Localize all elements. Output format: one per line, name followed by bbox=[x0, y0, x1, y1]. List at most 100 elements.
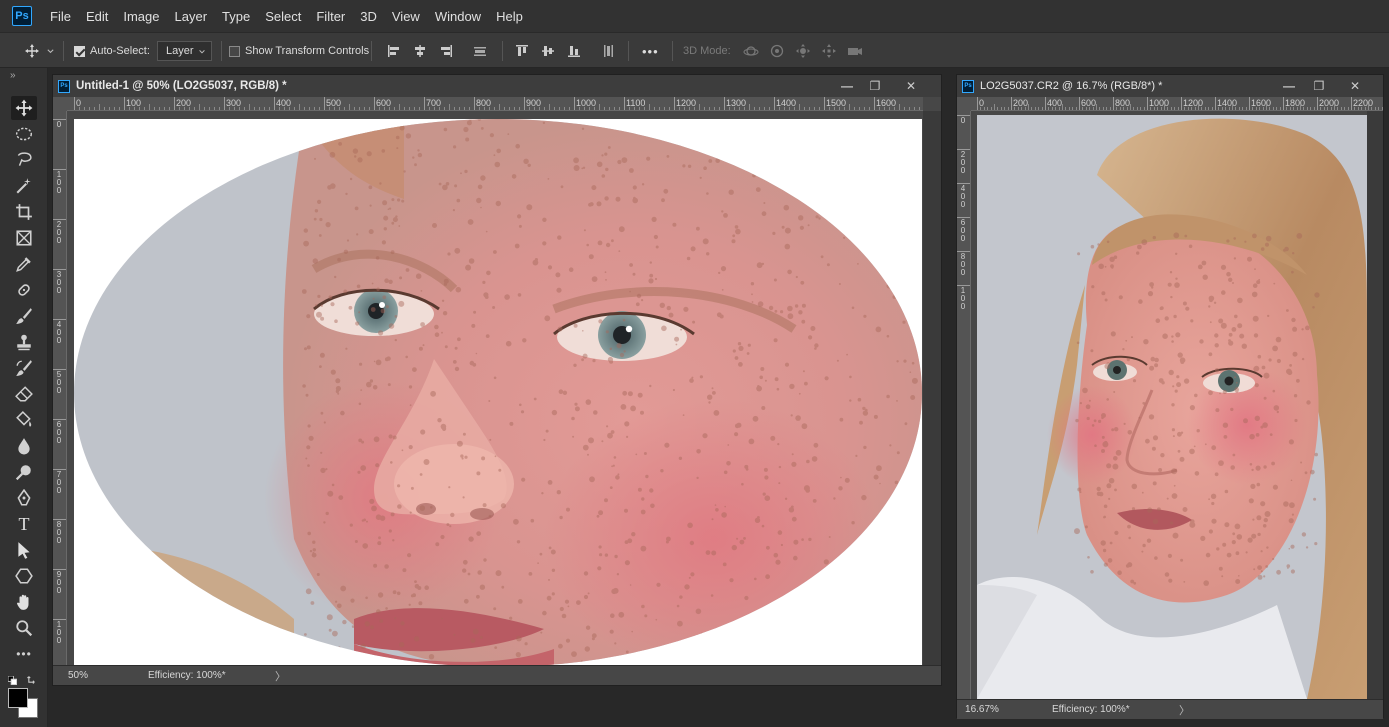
history-brush-icon[interactable] bbox=[11, 356, 37, 380]
more-options-button[interactable]: ••• bbox=[642, 33, 659, 69]
document-title-bar[interactable]: Ps LO2G5037.CR2 @ 16.7% (RGB/8*) * — ❐ ✕ bbox=[957, 75, 1383, 97]
clone-stamp-icon[interactable] bbox=[11, 330, 37, 354]
align-vertical-centers-icon[interactable] bbox=[538, 41, 558, 61]
document-canvas[interactable] bbox=[74, 119, 922, 667]
pen-icon[interactable] bbox=[11, 486, 37, 510]
menu-view[interactable]: View bbox=[392, 9, 420, 24]
align-left-edges-icon[interactable] bbox=[384, 41, 404, 61]
crop-icon[interactable] bbox=[11, 200, 37, 224]
freckle bbox=[483, 558, 487, 562]
auto-select-check-box[interactable] bbox=[74, 45, 85, 57]
minimize-icon[interactable]: — bbox=[1281, 78, 1297, 94]
elliptical-marquee-icon[interactable] bbox=[11, 122, 37, 146]
menu-help[interactable]: Help bbox=[496, 9, 523, 24]
ruler-minor-tick bbox=[1344, 107, 1346, 110]
vertical-scrollbar[interactable] bbox=[1367, 111, 1383, 701]
zoom-icon[interactable] bbox=[11, 616, 37, 640]
move-tool-preset-icon[interactable] bbox=[22, 41, 42, 61]
menu-window[interactable]: Window bbox=[435, 9, 481, 24]
ruler-minor-tick bbox=[469, 107, 470, 110]
freckle bbox=[1113, 391, 1116, 393]
menu-layer[interactable]: Layer bbox=[175, 9, 208, 24]
ruler-origin[interactable] bbox=[53, 97, 67, 111]
blur-drop-icon[interactable] bbox=[11, 434, 37, 458]
freckle bbox=[1182, 301, 1187, 306]
horizontal-ruler[interactable]: 0 100 200 300 400 500 600 700 800 900 1000 1100 1200… bbox=[67, 97, 923, 111]
auto-select-target-value: Layer bbox=[166, 45, 194, 57]
menu-file[interactable]: File bbox=[50, 9, 71, 24]
menu-type[interactable]: Type bbox=[222, 9, 250, 24]
horizontal-ruler[interactable]: 0 200 400 600 800 1000 1200 1400 1600 1800 2000 220… bbox=[971, 97, 1383, 111]
default-colors-icon[interactable] bbox=[7, 672, 17, 685]
ruler-minor-tick bbox=[239, 107, 240, 110]
restore-icon[interactable]: ❐ bbox=[1311, 78, 1327, 94]
freckle bbox=[334, 275, 337, 279]
restore-icon[interactable]: ❐ bbox=[867, 78, 883, 94]
minimize-icon[interactable]: — bbox=[839, 78, 855, 94]
menu-filter[interactable]: Filter bbox=[316, 9, 345, 24]
swap-colors-icon[interactable] bbox=[27, 671, 38, 684]
menu-3d[interactable]: 3D bbox=[360, 9, 377, 24]
path-selection-icon[interactable] bbox=[11, 538, 37, 562]
frame-icon[interactable] bbox=[11, 226, 37, 250]
ruler-minor-tick bbox=[1306, 107, 1308, 110]
vertical-ruler[interactable]: 02 0 04 0 06 0 08 0 01 0 0 bbox=[957, 111, 971, 701]
ruler-minor-tick bbox=[289, 107, 290, 110]
type-icon[interactable]: T bbox=[11, 512, 37, 536]
3d-camera-icon[interactable] bbox=[845, 41, 865, 61]
zoom-level[interactable]: 16.67% bbox=[957, 704, 1007, 715]
ruler-minor-tick bbox=[909, 107, 910, 110]
status-menu-arrow-icon[interactable]: 〉 bbox=[275, 668, 286, 684]
magic-wand-icon[interactable] bbox=[11, 174, 37, 198]
menu-select[interactable]: Select bbox=[265, 9, 301, 24]
foreground-color-swatch[interactable] bbox=[8, 688, 28, 708]
3d-roll-icon[interactable] bbox=[767, 41, 787, 61]
auto-select-target-dropdown[interactable]: Layer bbox=[157, 41, 212, 61]
ruler-minor-tick bbox=[1300, 104, 1301, 110]
align-bottom-edges-icon[interactable] bbox=[564, 41, 584, 61]
menu-image[interactable]: Image bbox=[123, 9, 159, 24]
ruler-minor-tick bbox=[104, 107, 105, 110]
document-title-bar[interactable]: Ps Untitled-1 @ 50% (LO2G5037, RGB/8) * … bbox=[53, 75, 941, 97]
tool-preset-chevron-down-icon[interactable] bbox=[44, 41, 56, 61]
edit-toolbar-more-icon[interactable]: ••• bbox=[11, 642, 37, 666]
freckle bbox=[1304, 471, 1308, 475]
eraser-icon[interactable] bbox=[11, 382, 37, 406]
distribute-vertical-icon[interactable] bbox=[470, 41, 490, 61]
paint-bucket-icon[interactable] bbox=[11, 408, 37, 432]
collapse-panel-icon[interactable]: » bbox=[10, 70, 16, 81]
close-icon[interactable]: ✕ bbox=[1347, 78, 1363, 94]
brush-icon[interactable] bbox=[11, 304, 37, 328]
3d-pan-icon[interactable] bbox=[793, 41, 813, 61]
distribute-horizontal-icon[interactable] bbox=[598, 41, 618, 61]
document-canvas[interactable] bbox=[977, 115, 1367, 699]
3d-orbit-icon[interactable] bbox=[741, 41, 761, 61]
hand-icon[interactable] bbox=[11, 590, 37, 614]
polygon-shape-icon[interactable] bbox=[11, 564, 37, 588]
vertical-scrollbar[interactable] bbox=[923, 111, 941, 665]
dodge-icon[interactable] bbox=[11, 460, 37, 484]
zoom-level[interactable]: 50% bbox=[53, 670, 103, 681]
ruler-minor-tick bbox=[344, 107, 345, 110]
menu-edit[interactable]: Edit bbox=[86, 9, 108, 24]
align-horizontal-centers-icon[interactable] bbox=[410, 41, 430, 61]
eyedropper-icon[interactable] bbox=[11, 252, 37, 276]
show-transform-check-box[interactable] bbox=[229, 45, 240, 57]
freckle bbox=[798, 215, 804, 221]
freckle bbox=[803, 148, 808, 153]
healing-brush-icon[interactable] bbox=[11, 278, 37, 302]
auto-select-checkbox[interactable]: Auto-Select: bbox=[74, 33, 150, 69]
align-top-edges-icon[interactable] bbox=[512, 41, 532, 61]
freckle bbox=[1228, 339, 1231, 342]
lasso-icon[interactable] bbox=[11, 148, 37, 172]
ruler-minor-tick bbox=[454, 107, 455, 110]
freckle bbox=[801, 303, 806, 308]
align-right-edges-icon[interactable] bbox=[436, 41, 456, 61]
close-icon[interactable]: ✕ bbox=[903, 78, 919, 94]
show-transform-controls-checkbox[interactable]: Show Transform Controls bbox=[229, 33, 369, 69]
3d-slide-icon[interactable] bbox=[819, 41, 839, 61]
status-menu-arrow-icon[interactable]: 〉 bbox=[1179, 702, 1190, 718]
move-tool-icon[interactable] bbox=[11, 96, 37, 120]
ruler-origin[interactable] bbox=[957, 97, 971, 111]
vertical-ruler[interactable]: 01 0 02 0 03 0 04 0 05 0 06 0 07 0 08 0 … bbox=[53, 111, 67, 665]
